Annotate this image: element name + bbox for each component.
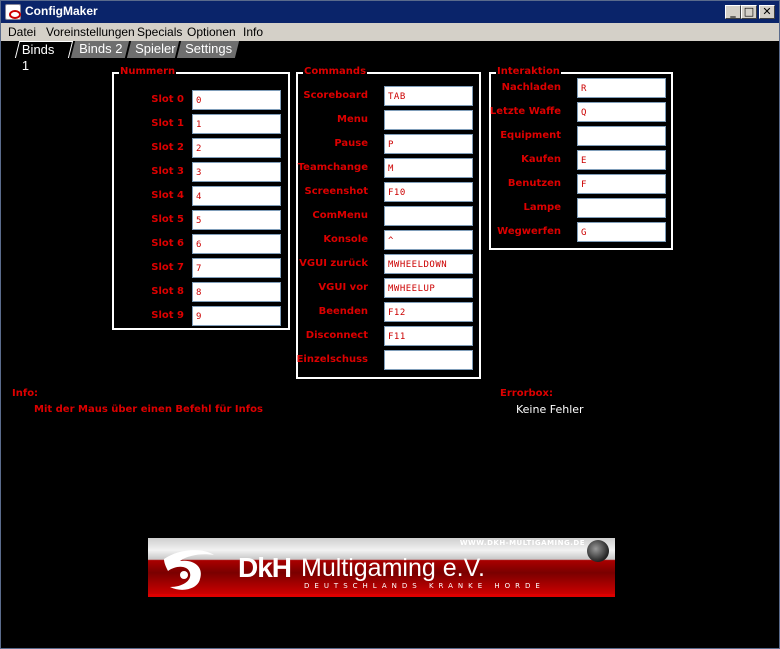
configmaker-window: ConfigMaker _ □ ✕ Datei Voreinstellungen…	[0, 0, 780, 649]
errorbox-title: Errorbox:	[500, 388, 553, 399]
label-commands-4: Screenshot	[304, 186, 368, 197]
info-title: Info:	[12, 388, 39, 399]
bind-field-interaktion-6[interactable]	[577, 222, 666, 242]
tab-binds-2[interactable]: Binds 2	[70, 41, 130, 58]
label-commands-3: Teamchange	[297, 162, 368, 173]
bind-field-commands-3[interactable]	[384, 158, 473, 178]
bind-field-nummern-4[interactable]	[192, 186, 281, 206]
menu-voreinstellungen[interactable]: Voreinstellungen	[46, 25, 135, 39]
orb-icon	[587, 540, 609, 562]
bind-field-commands-7[interactable]	[384, 254, 473, 274]
bind-field-commands-0[interactable]	[384, 86, 473, 106]
banner-tagline: DEUTSCHLANDS KRANKE HORDE	[304, 582, 545, 590]
bind-field-nummern-6[interactable]	[192, 234, 281, 254]
bind-field-commands-1[interactable]	[384, 110, 473, 130]
bind-field-nummern-7[interactable]	[192, 258, 281, 278]
label-interaktion-5: Lampe	[523, 202, 561, 213]
banner-name: Multigaming e.V.	[301, 554, 485, 582]
label-commands-7: VGUI zurück	[299, 258, 368, 269]
bind-field-nummern-0[interactable]	[192, 90, 281, 110]
info-text: Mit der Maus über einen Befehl für Infos	[34, 404, 263, 415]
app-icon[interactable]	[5, 4, 21, 20]
menu-bar: Datei Voreinstellungen Specials Optionen…	[1, 23, 779, 41]
label-commands-1: Menu	[337, 114, 368, 125]
label-commands-9: Beenden	[318, 306, 368, 317]
bind-field-nummern-8[interactable]	[192, 282, 281, 302]
label-interaktion-4: Benutzen	[507, 178, 561, 189]
bind-field-commands-8[interactable]	[384, 278, 473, 298]
bind-field-interaktion-2[interactable]	[577, 126, 666, 146]
label-interaktion-0: Nachladen	[501, 82, 561, 93]
group-title-interaktion: Interaktion	[496, 66, 561, 78]
errorbox-text: Keine Fehler	[516, 403, 584, 416]
bind-field-interaktion-3[interactable]	[577, 150, 666, 170]
label-nummern-3: Slot 3	[151, 166, 184, 177]
label-commands-8: VGUI vor	[318, 282, 368, 293]
menu-datei[interactable]: Datei	[8, 25, 36, 39]
bind-field-commands-9[interactable]	[384, 302, 473, 322]
bind-field-nummern-1[interactable]	[192, 114, 281, 134]
bind-field-interaktion-0[interactable]	[577, 78, 666, 98]
tab-spieler[interactable]: Spieler	[126, 41, 180, 58]
label-commands-5: ComMenu	[312, 210, 368, 221]
label-interaktion-1: Letzte Waffe	[489, 106, 561, 117]
label-nummern-4: Slot 4	[151, 190, 184, 201]
menu-optionen[interactable]: Optionen	[187, 25, 236, 39]
dkh-banner[interactable]: WWW.DKH-MULTIGAMING.DE DkH Multigaming e…	[148, 538, 615, 597]
minimize-button[interactable]: _	[725, 5, 741, 19]
label-interaktion-3: Kaufen	[521, 154, 561, 165]
bind-field-commands-6[interactable]	[384, 230, 473, 250]
label-nummern-0: Slot 0	[151, 94, 184, 105]
bind-field-commands-4[interactable]	[384, 182, 473, 202]
bind-field-interaktion-5[interactable]	[577, 198, 666, 218]
window-title: ConfigMaker	[25, 4, 98, 18]
label-interaktion-6: Wegwerfen	[497, 226, 561, 237]
bind-field-nummern-9[interactable]	[192, 306, 281, 326]
label-nummern-8: Slot 8	[151, 286, 184, 297]
menu-specials[interactable]: Specials	[137, 25, 182, 39]
bind-field-interaktion-4[interactable]	[577, 174, 666, 194]
label-nummern-9: Slot 9	[151, 310, 184, 321]
label-commands-10: Disconnect	[305, 330, 368, 341]
label-nummern-2: Slot 2	[151, 142, 184, 153]
bind-field-nummern-3[interactable]	[192, 162, 281, 182]
label-nummern-6: Slot 6	[151, 238, 184, 249]
banner-url: WWW.DKH-MULTIGAMING.DE	[459, 539, 585, 547]
bind-field-commands-11[interactable]	[384, 350, 473, 370]
close-button[interactable]: ✕	[759, 5, 775, 19]
banner-brand: DkH	[238, 552, 292, 583]
label-commands-11: Einzelschuss	[296, 354, 368, 365]
bind-field-nummern-2[interactable]	[192, 138, 281, 158]
dkh-logo-icon	[164, 550, 214, 590]
label-commands-6: Konsole	[323, 234, 368, 245]
group-title-commands: Commands	[303, 66, 368, 78]
label-commands-0: Scoreboard	[303, 90, 368, 101]
group-title-nummern: Nummern	[119, 66, 177, 78]
menu-info[interactable]: Info	[243, 25, 263, 39]
title-bar[interactable]: ConfigMaker _ □ ✕	[1, 1, 779, 23]
label-nummern-5: Slot 5	[151, 214, 184, 225]
tab-binds-1[interactable]: Binds 1	[14, 41, 74, 73]
label-commands-2: Pause	[334, 138, 368, 149]
bind-field-nummern-5[interactable]	[192, 210, 281, 230]
label-nummern-7: Slot 7	[151, 262, 184, 273]
tab-settings[interactable]: Settings	[176, 41, 240, 58]
bind-field-commands-10[interactable]	[384, 326, 473, 346]
label-nummern-1: Slot 1	[151, 118, 184, 129]
label-interaktion-2: Equipment	[500, 130, 561, 141]
bind-field-commands-5[interactable]	[384, 206, 473, 226]
bind-field-interaktion-1[interactable]	[577, 102, 666, 122]
bind-field-commands-2[interactable]	[384, 134, 473, 154]
maximize-button[interactable]: □	[741, 5, 757, 19]
